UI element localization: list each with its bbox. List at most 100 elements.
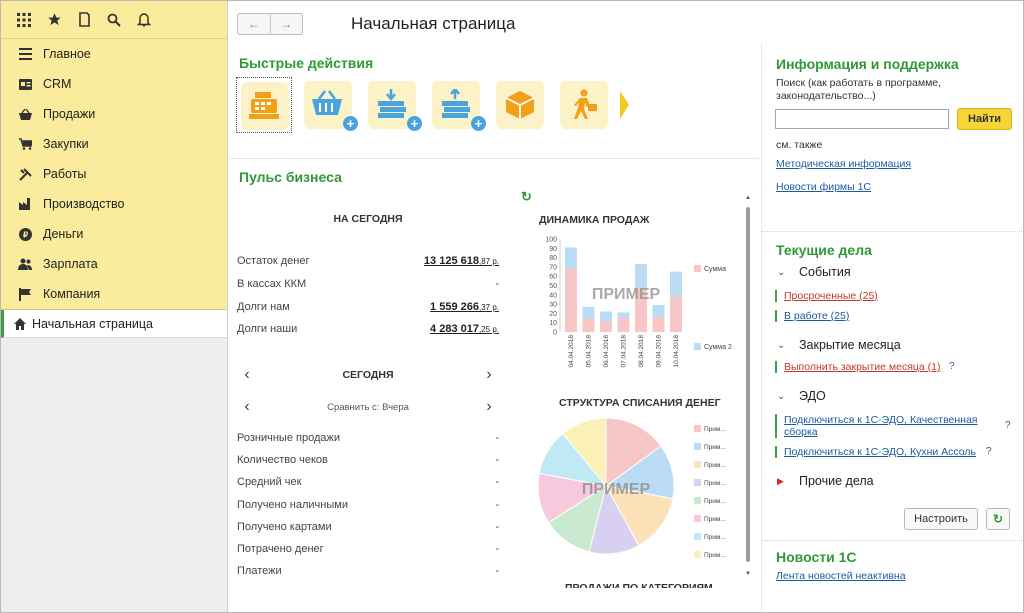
legend-swatch (694, 515, 701, 522)
scrollbar[interactable]: ▲ ▼ (744, 195, 752, 585)
scroll-up-icon[interactable]: ▲ (745, 195, 751, 201)
kv-value[interactable]: 4 283 017,25 р. (430, 323, 499, 335)
pie-chart-title: СТРУКТУРА СПИСАНИЯ ДЕНЕГ (559, 397, 721, 409)
chevron-right-icon[interactable]: › (479, 398, 499, 416)
next-chart-title: ПРОДАЖИ ПО КАТЕГОРИЯМ (565, 582, 713, 588)
setup-button[interactable]: Настроить (904, 508, 978, 530)
menu-lines-icon (18, 47, 32, 61)
star-icon[interactable] (39, 6, 69, 34)
kv-label: В кассах ККМ (237, 278, 307, 290)
kv-value[interactable]: 1 559 266,37 р. (430, 301, 499, 313)
sidebar-item-company[interactable]: Компания (1, 279, 227, 309)
company-news-link[interactable]: Новости фирмы 1С (776, 181, 871, 193)
today-heading: НА СЕГОДНЯ (333, 213, 403, 225)
in-work-link[interactable]: В работе (25) (775, 310, 849, 322)
sidebar-item-crm[interactable]: CRM (1, 69, 227, 99)
triangle-right-icon: ▶ (777, 475, 784, 486)
bar (565, 247, 577, 269)
legend-swatch (694, 551, 701, 558)
search-icon[interactable] (99, 6, 129, 34)
group-label: Закрытие месяца (799, 338, 901, 352)
bar (600, 320, 612, 332)
quick-action-money-in[interactable]: + (364, 77, 422, 133)
sidebar-item-salary[interactable]: Зарплата (1, 249, 227, 279)
page-title: Начальная страница (351, 14, 516, 33)
sidebar-item-production[interactable]: Производство (1, 189, 227, 219)
apps-grid-icon[interactable] (9, 6, 39, 34)
sidebar-item-label: Деньги (43, 227, 84, 241)
metric-row: Получено картами - (237, 521, 499, 533)
group-edo[interactable]: ⌄ ЭДО (777, 389, 826, 403)
chevron-right-icon[interactable]: › (479, 366, 499, 384)
support-search-input[interactable] (775, 109, 949, 129)
sidebar-item-main[interactable]: Главное (1, 39, 227, 69)
chevron-left-icon[interactable]: ‹ (237, 398, 257, 416)
quick-action-sale[interactable]: + (300, 77, 358, 133)
nav-buttons: ← → (237, 13, 303, 35)
compare-label: Сравнить с: Вчера (327, 401, 409, 413)
history-icon[interactable] (69, 6, 99, 34)
edo-connect-link-1[interactable]: Подключиться к 1С-ЭДО, Качественная сбор… (775, 414, 1000, 438)
help-question-icon[interactable]: ? (1005, 420, 1011, 431)
sidebar-item-label: CRM (43, 77, 72, 91)
sidebar-item-purchases[interactable]: Закупки (1, 129, 227, 159)
y-tick-label: 70 (549, 264, 557, 271)
legend-label: Прим... (704, 552, 726, 559)
bell-icon[interactable] (129, 6, 159, 34)
money-out-add-icon (442, 89, 470, 118)
find-button[interactable]: Найти (957, 108, 1012, 130)
bar (617, 312, 630, 319)
quick-actions-title: Быстрые действия (239, 55, 374, 71)
metric-label: Количество чеков (237, 454, 328, 466)
bar (582, 306, 595, 319)
metric-value: - (495, 565, 499, 577)
search-hint: Поиск (как работать в программе, законод… (776, 77, 942, 102)
sidebar-item-label: Зарплата (43, 257, 98, 271)
methodical-info-link[interactable]: Методическая информация (776, 158, 911, 170)
sidebar-item-works[interactable]: Работы (1, 159, 227, 189)
sidebar-item-sales[interactable]: Продажи (1, 99, 227, 129)
quick-action-courier[interactable] (556, 77, 612, 133)
legend-swatch (694, 443, 701, 450)
sidebar-item-label: Продажи (43, 107, 96, 121)
quick-action-money-out[interactable]: + (428, 77, 486, 133)
overdue-link[interactable]: Просроченные (25) (775, 290, 878, 302)
cart-icon (18, 137, 32, 151)
do-closing-link[interactable]: Выполнить закрытие месяца (1) (775, 361, 941, 373)
quick-action-cash-register[interactable] (236, 77, 292, 133)
open-page-label: Начальная страница (32, 316, 153, 331)
group-other[interactable]: ▶ Прочие дела (777, 474, 874, 488)
kv-label: Долги наши (237, 323, 298, 335)
quick-actions-more-arrow[interactable] (620, 77, 634, 133)
refresh-icon[interactable]: ↻ (521, 189, 532, 205)
group-events[interactable]: ⌄ События (777, 265, 851, 279)
pie-chart: ПРИМЕР Прим... Прим... Прим... Прим... Прим..… (537, 417, 726, 559)
refresh-button[interactable]: ↻ (986, 508, 1010, 530)
forward-button[interactable]: → (271, 14, 303, 34)
metric-row: Платежи - (237, 565, 499, 577)
help-question-icon[interactable]: ? (986, 446, 992, 457)
edo-connect-link-2[interactable]: Подключиться к 1С-ЭДО, Кухни Ассоль (775, 446, 976, 458)
kv-value[interactable]: 13 125 618,87 р. (424, 255, 499, 267)
metric-value: - (495, 476, 499, 488)
kv-row-receivables: Долги нам 1 559 266,37 р. (237, 301, 499, 313)
news-feed-link[interactable]: Лента новостей неактивна (776, 570, 906, 582)
group-month-closing[interactable]: ⌄ Закрытие месяца (777, 338, 901, 352)
chevron-down-icon: ⌄ (777, 339, 786, 351)
back-button[interactable]: ← (238, 14, 271, 34)
x-tick-label: 04.04.2018 (568, 335, 575, 368)
sidebar-item-label: Главное (43, 47, 91, 61)
open-page-tab[interactable]: Начальная страница (1, 310, 227, 338)
sidebar-item-money[interactable]: ₽ Деньги (1, 219, 227, 249)
scroll-thumb[interactable] (746, 207, 750, 562)
chevron-down-icon: ⌄ (777, 390, 786, 402)
basket-icon (18, 107, 32, 121)
info-support-title: Информация и поддержка (776, 56, 959, 72)
legend-label: Сумма 2 (704, 344, 732, 351)
legend-label: Прим... (704, 480, 726, 487)
chevron-left-icon[interactable]: ‹ (237, 366, 257, 384)
quick-action-warehouse[interactable] (492, 77, 548, 133)
help-question-icon[interactable]: ? (949, 361, 955, 372)
scroll-down-icon[interactable]: ▼ (745, 571, 751, 577)
metric-label: Платежи (237, 565, 282, 577)
